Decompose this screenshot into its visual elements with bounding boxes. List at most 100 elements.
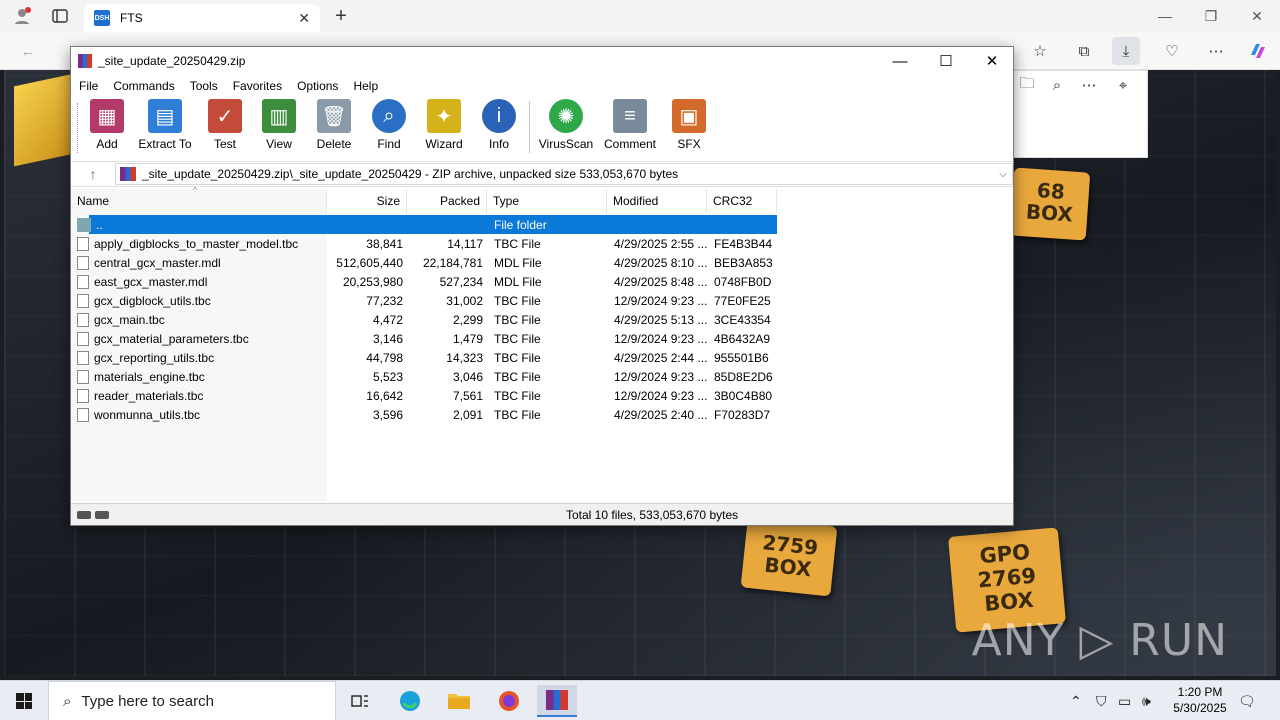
pin-icon[interactable]: ⌖ <box>1109 71 1137 99</box>
file-type: TBC File <box>494 293 541 308</box>
maximize-winrar-button[interactable]: ☐ <box>923 47 969 75</box>
file-type: TBC File <box>494 350 541 365</box>
virusscan-icon: ✺ <box>549 99 583 133</box>
task-view-button[interactable] <box>340 685 380 717</box>
virusscan-button[interactable]: ✺ VirusScan <box>534 99 598 151</box>
menu-file[interactable]: File <box>77 79 106 93</box>
up-folder-icon[interactable]: ↑ <box>71 166 115 182</box>
status-total: Total 10 files, 533,053,670 bytes <box>566 507 739 522</box>
file-size: 5,523 <box>372 369 403 384</box>
chevron-up-icon[interactable]: ⌃ <box>1070 681 1082 720</box>
table-row[interactable]: east_gcx_master.mdl 20,253,980 527,234 MDL … <box>71 272 1013 291</box>
profile-icon[interactable] <box>8 2 36 30</box>
winrar-app-icon <box>78 54 92 68</box>
menu-help[interactable]: Help <box>351 79 386 93</box>
menu-commands[interactable]: Commands <box>111 79 182 93</box>
sfx-icon: ▣ <box>672 99 706 133</box>
copilot-icon[interactable] <box>1244 37 1272 65</box>
winrar-menu-bar: File Commands Tools Favorites Options He… <box>71 75 1013 97</box>
file-crc: 955501B6 <box>714 350 769 365</box>
path-combobox[interactable]: _site_update_20250429.zip\_site_update_2… <box>115 163 1013 185</box>
taskbar-search[interactable]: ⌕ Type here to search <box>48 681 336 720</box>
file-crc: 0748FB0D <box>714 274 772 289</box>
minimize-browser-button[interactable]: — <box>1142 2 1188 30</box>
column-header-size[interactable]: Size <box>327 189 407 213</box>
file-icon <box>77 369 89 384</box>
taskbar-clock[interactable]: 1:20 PM 5/30/2025 <box>1160 684 1240 716</box>
tab-actions-icon[interactable] <box>46 2 74 30</box>
file-icon <box>77 293 89 308</box>
table-row[interactable]: gcx_reporting_utils.tbc 44,798 14,323 TBC F… <box>71 348 1013 367</box>
file-size: 38,841 <box>366 236 403 251</box>
sfx-button[interactable]: ▣ SFX <box>657 99 721 151</box>
table-row[interactable]: reader_materials.tbc 16,642 7,561 TBC File 1… <box>71 386 1013 405</box>
file-name: wonmunna_utils.tbc <box>94 407 201 422</box>
toolbar-separator <box>529 101 530 153</box>
table-row-parent[interactable]: .. File folder <box>71 215 1013 234</box>
more-options-icon[interactable]: ⋯ <box>1202 37 1230 65</box>
network-icon[interactable]: ▭ <box>1118 681 1131 720</box>
table-row[interactable]: central_gcx_master.mdl 512,605,440 22,184,… <box>71 253 1013 272</box>
firefox-icon[interactable] <box>489 685 529 717</box>
column-header-type[interactable]: Type <box>487 189 607 213</box>
close-browser-button[interactable]: ✕ <box>1234 2 1280 30</box>
info-button[interactable]: i Info <box>467 99 531 151</box>
file-crc: 4B6432A9 <box>714 331 771 346</box>
restore-browser-button[interactable]: ❐ <box>1188 2 1234 30</box>
chevron-down-icon[interactable]: ⌵ <box>994 169 1012 180</box>
taskbar: ⌕ Type here to search ⌃ ⛉ ▭ 🕪 1:20 PM 5/… <box>0 680 1280 720</box>
comment-button[interactable]: ≡ Comment <box>598 99 662 151</box>
file-type: TBC File <box>494 407 541 422</box>
column-header-modified[interactable]: Modified <box>607 189 707 213</box>
file-explorer-icon[interactable] <box>439 685 479 717</box>
table-row[interactable]: gcx_material_parameters.tbc 3,146 1,479 TBC… <box>71 329 1013 348</box>
browser-tab[interactable]: DSH FTS ✕ <box>84 4 320 32</box>
file-crc: F70283D7 <box>714 407 771 422</box>
file-crc: BEB3A853 <box>714 255 773 270</box>
test-icon: ✓ <box>208 99 242 133</box>
file-list: Name ^ Size Packed Type Modified CRC32 ..… <box>71 185 1013 501</box>
extract-to-button[interactable]: ▤ Extract To <box>133 99 197 151</box>
column-header-packed[interactable]: Packed <box>407 189 487 213</box>
close-tab-icon[interactable]: ✕ <box>298 10 310 27</box>
add-icon: ▦ <box>90 99 124 133</box>
start-button[interactable] <box>0 681 48 720</box>
file-size: 4,472 <box>372 312 403 327</box>
table-row[interactable]: gcx_digblock_utils.tbc 77,232 31,002 TBC Fi… <box>71 291 1013 310</box>
network-security-icon[interactable]: ⛉ <box>1096 681 1107 720</box>
add-button[interactable]: ▦ Add <box>75 99 139 151</box>
new-tab-button[interactable]: + <box>327 2 355 30</box>
more-page-icon[interactable]: ⋯ <box>1075 71 1103 99</box>
menu-favorites[interactable]: Favorites <box>231 79 290 93</box>
downloads-icon[interactable]: ⤓ <box>1112 37 1140 65</box>
winrar-toolbar: ▦ Add ▤ Extract To ✓ Test ▥ View 🗑 Delete ⌕ Fi… <box>71 99 1013 157</box>
file-type: TBC File <box>494 236 541 251</box>
notification-icon[interactable]: 🗨 <box>1238 681 1256 720</box>
folder-icon[interactable]: 🗀 <box>1013 71 1041 99</box>
edge-app-icon[interactable] <box>390 685 430 717</box>
table-row[interactable]: wonmunna_utils.tbc 3,596 2,091 TBC File 4/29… <box>71 405 1013 424</box>
status-bar: Total 10 files, 533,053,670 bytes <box>71 503 1013 525</box>
health-icon[interactable]: ♡ <box>1158 37 1186 65</box>
menu-tools[interactable]: Tools <box>188 79 226 93</box>
file-size: 77,232 <box>366 293 403 308</box>
search-page-icon[interactable]: ⌕ <box>1043 71 1071 99</box>
column-header-name[interactable]: Name ^ <box>71 185 327 213</box>
volume-icon[interactable]: 🕪 <box>1142 681 1151 720</box>
file-icon <box>77 274 89 289</box>
winrar-taskbar-icon[interactable] <box>537 685 577 717</box>
table-row[interactable]: apply_digblocks_to_master_model.tbc 38,84… <box>71 234 1013 253</box>
file-packed: 14,323 <box>446 350 483 365</box>
column-header-crc32[interactable]: CRC32 <box>707 189 777 213</box>
table-row[interactable]: gcx_main.tbc 4,472 2,299 TBC File 4/29/2025 … <box>71 310 1013 329</box>
back-icon[interactable]: ← <box>14 37 42 65</box>
file-type: TBC File <box>494 388 541 403</box>
menu-options[interactable]: Options <box>295 79 346 93</box>
file-name: central_gcx_master.mdl <box>94 255 221 270</box>
collections-icon[interactable]: ⧉ <box>1070 37 1098 65</box>
archive-icon <box>120 167 136 181</box>
close-winrar-button[interactable]: ✕ <box>969 47 1015 75</box>
minimize-winrar-button[interactable]: — <box>877 47 923 75</box>
table-row[interactable]: materials_engine.tbc 5,523 3,046 TBC File 12… <box>71 367 1013 386</box>
favorites-icon[interactable]: ☆ <box>1026 37 1054 65</box>
